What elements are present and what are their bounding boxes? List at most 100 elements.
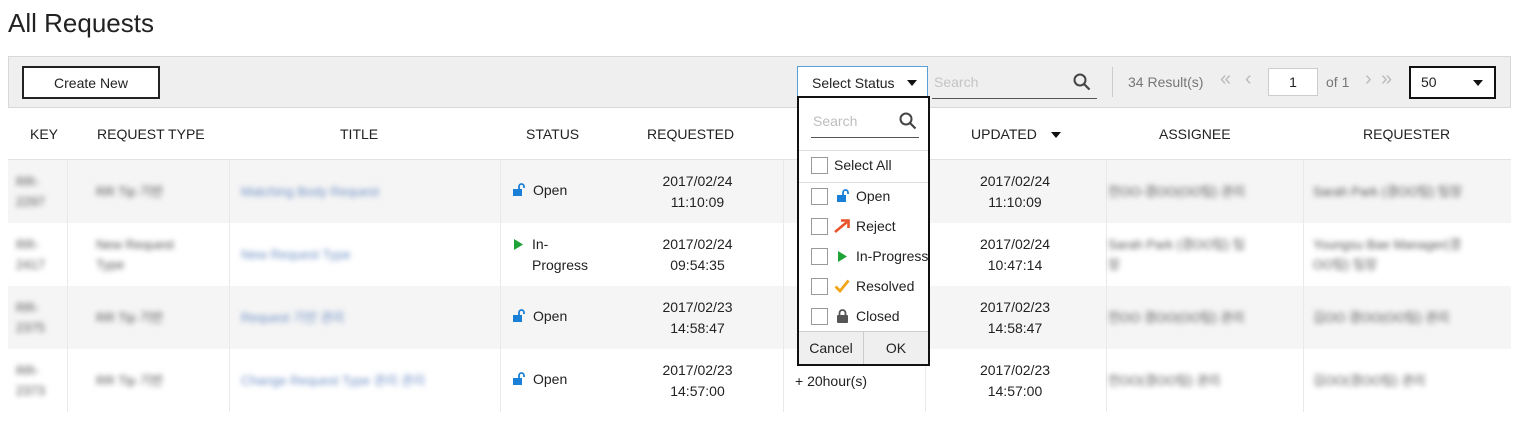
column-divider (1106, 349, 1107, 412)
column-divider (1303, 223, 1304, 286)
checkbox[interactable] (811, 156, 828, 174)
status-option-in-progress[interactable]: In-Progress (811, 245, 928, 267)
row-key[interactable]: RR- 2373 (16, 361, 45, 401)
status-option-open[interactable]: Open (811, 185, 928, 207)
col-title[interactable]: TITLE (340, 126, 378, 142)
column-divider (1303, 160, 1304, 223)
search-field[interactable] (932, 66, 1097, 99)
col-key[interactable]: KEY (30, 126, 58, 142)
search-input[interactable] (932, 66, 1062, 98)
caret-down-icon (907, 80, 917, 86)
column-divider (229, 160, 230, 223)
per-page-select[interactable]: 50 (1409, 66, 1496, 99)
col-updated[interactable]: UPDATED (971, 126, 1061, 142)
checkbox[interactable] (811, 187, 828, 205)
status-option-closed[interactable]: Closed (811, 305, 928, 327)
column-divider (67, 223, 68, 286)
row-key[interactable]: RR- 2297 (16, 172, 45, 212)
status-option-label: Resolved (856, 278, 915, 294)
column-divider (67, 349, 68, 412)
table-row[interactable]: RR- 2373 RR Tip 기반 Change Request Type 관리 … (8, 349, 1511, 412)
row-request-type: RR Tip 기반 (96, 183, 164, 199)
table-row[interactable]: RR- 2297 RR Tip 기반 Matching Body Request Op… (8, 160, 1511, 223)
row-requester: 김OO 경OO(OO팀) 관리 (1313, 309, 1450, 325)
cancel-button[interactable]: Cancel (799, 332, 864, 364)
sort-desc-icon[interactable] (1050, 132, 1061, 139)
search-icon[interactable] (899, 112, 917, 133)
checkbox[interactable] (811, 247, 828, 265)
row-key[interactable]: RR- 2417 (16, 235, 45, 275)
col-updated-label: UPDATED (971, 126, 1037, 142)
checkbox[interactable] (811, 217, 828, 235)
col-status[interactable]: STATUS (526, 126, 579, 142)
column-divider (500, 286, 501, 349)
status-select-label: Select Status (812, 74, 895, 91)
row-status: In- Progress (512, 234, 588, 276)
row-status-label: Open (533, 371, 568, 387)
row-key[interactable]: RR- 2375 (16, 298, 45, 338)
ok-button[interactable]: OK (864, 332, 928, 364)
checkbox[interactable] (811, 277, 828, 295)
divider (1112, 67, 1113, 97)
column-divider (1303, 349, 1304, 412)
status-option-reject[interactable]: Reject (811, 215, 928, 237)
checkmark-icon (834, 279, 850, 293)
checkbox[interactable] (811, 307, 828, 325)
table-row[interactable]: RR- 2375 RR Tip 기반 Request 기반 관리 Open 2017/0… (8, 286, 1511, 349)
row-title-link[interactable]: Request 기반 관리 (241, 308, 344, 328)
create-new-button[interactable]: Create New (22, 66, 160, 99)
row-title-link[interactable]: New Request Type (241, 245, 351, 265)
dropdown-divider (799, 150, 928, 151)
unlock-icon (512, 371, 525, 392)
page-total: of 1 (1326, 74, 1350, 90)
row-requester: Youngsu Bae Manager(경 OO팀) 팀장 (1313, 236, 1462, 272)
column-divider (67, 160, 68, 223)
row-title-link[interactable]: Change Request Type 관리 관리 (241, 371, 425, 391)
column-divider (67, 286, 68, 349)
unlock-icon (834, 189, 850, 203)
first-page-icon[interactable]: « (1220, 69, 1231, 89)
dropdown-search-input[interactable] (811, 106, 891, 136)
select-all-label: Select All (834, 157, 892, 173)
col-requested[interactable]: REQUESTED (647, 126, 734, 142)
row-requested: 2017/02/24 11:10:09 (662, 172, 733, 210)
row-request-type: New Request Type (96, 236, 175, 272)
row-status-label: Open (533, 308, 568, 324)
status-option-label: Reject (856, 218, 896, 234)
table-header: KEY REQUEST TYPE TITLE STATUS REQUESTED … (8, 108, 1511, 160)
column-divider (1106, 286, 1107, 349)
row-status: Open (512, 306, 567, 329)
column-divider (783, 160, 784, 223)
row-updated: 2017/02/23 14:57:00 (979, 361, 1051, 399)
prev-page-icon[interactable]: ‹ (1245, 69, 1252, 89)
search-icon[interactable] (1073, 73, 1091, 94)
row-status: Open (512, 180, 567, 203)
col-requester[interactable]: REQUESTER (1363, 126, 1450, 142)
unlock-icon (512, 308, 525, 329)
last-page-icon[interactable]: » (1381, 69, 1392, 89)
toolbar: Create New Select Status 34 Result(s) « … (8, 56, 1511, 108)
play-icon (512, 236, 524, 257)
per-page-value: 50 (1421, 74, 1437, 90)
table-body: RR- 2297 RR Tip 기반 Matching Body Request Op… (8, 160, 1511, 412)
row-assignee: Sarah Park (경OO팀) 팀 장 (1108, 236, 1246, 272)
row-status: Open (512, 369, 567, 392)
column-divider (783, 286, 784, 349)
col-assignee[interactable]: ASSIGNEE (1159, 126, 1231, 142)
status-dropdown: Select All Open Reject In-Progress Resolved… (797, 96, 930, 366)
column-divider (1303, 286, 1304, 349)
row-requested: 2017/02/24 09:54:35 (662, 235, 733, 273)
column-divider (783, 223, 784, 286)
dropdown-search-field[interactable] (811, 106, 919, 138)
col-request-type[interactable]: REQUEST TYPE (97, 126, 205, 142)
page-number-input[interactable]: 1 (1268, 68, 1318, 96)
row-request-type: RR Tip 기반 (96, 309, 164, 325)
lock-icon (834, 308, 850, 324)
next-page-icon[interactable]: › (1365, 69, 1372, 89)
row-assignee: 전OO 경OO(OO팀) 관리 (1108, 309, 1245, 325)
status-select[interactable]: Select Status (797, 66, 928, 99)
select-all-option[interactable]: Select All (811, 154, 928, 176)
status-option-resolved[interactable]: Resolved (811, 275, 928, 297)
row-title-link[interactable]: Matching Body Request (241, 182, 379, 202)
table-row[interactable]: RR- 2417 New Request Type New Request Type… (8, 223, 1511, 286)
